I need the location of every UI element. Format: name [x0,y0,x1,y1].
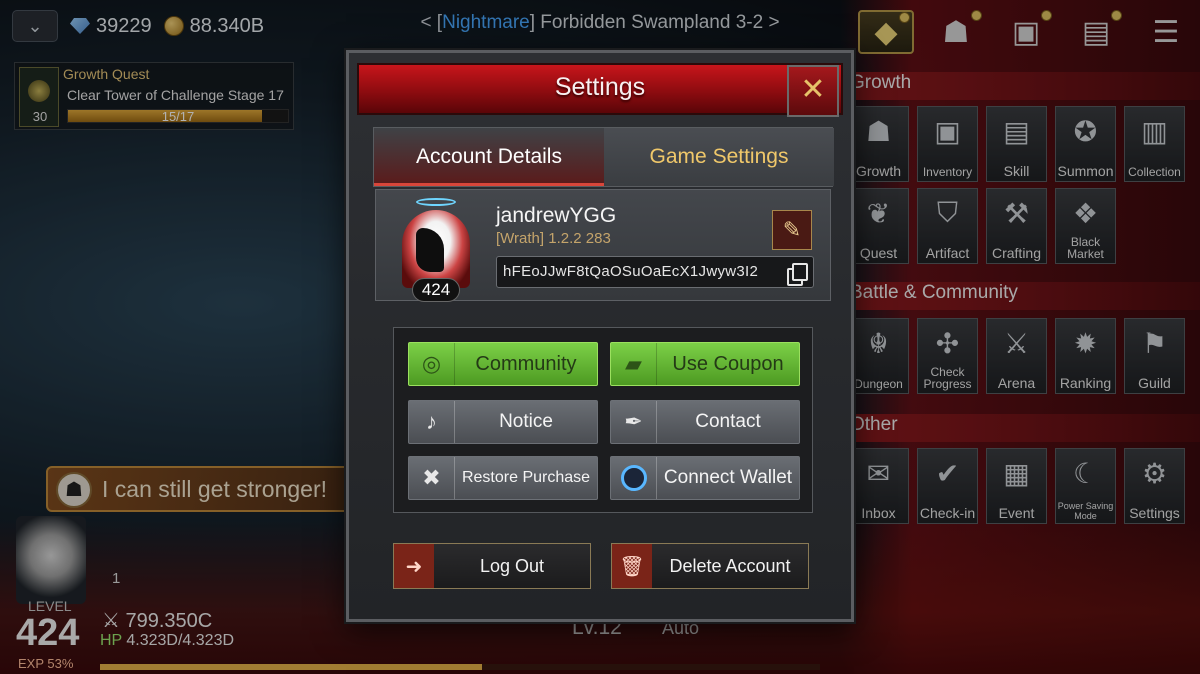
delete-account-label: Delete Account [669,555,791,576]
tab-account-details[interactable]: Account Details [374,128,604,186]
settings-tabs: Account Details Game Settings [373,127,834,187]
restore-purchase-button[interactable]: ✖ Restore Purchase [408,456,598,500]
connect-wallet-label: Connect Wallet [663,467,793,488]
notice-button[interactable]: ♪ Notice [408,400,598,444]
modal-header: Settings ✕ [357,63,843,117]
modal-title: Settings [554,73,646,101]
connect-wallet-button[interactable]: Connect Wallet [610,456,800,500]
copy-icon[interactable] [785,262,808,286]
wrench-icon: ✖ [409,457,455,499]
use-coupon-button[interactable]: ▰ Use Coupon [610,342,800,386]
profile-portrait[interactable]: 424 [396,198,476,302]
notice-label: Notice [499,411,553,432]
edit-profile-button[interactable]: ✎ [772,210,812,250]
server-version: [Wrath] 1.2.2 283 [496,230,611,247]
contact-button[interactable]: ✒ Contact [610,400,800,444]
community-label: Community [475,352,577,375]
username: jandrewYGG [496,204,617,227]
contact-label: Contact [695,411,761,432]
close-button[interactable]: ✕ [787,65,839,117]
log-out-button[interactable]: ➜ Log Out [393,543,591,589]
log-out-label: Log Out [479,555,545,576]
trash-icon: 🗑 [612,544,652,588]
account-profile-card: 424 jandrewYGG [Wrath] 1.2.2 283 hFEoJJw… [375,189,831,302]
user-id-text: hFEoJJwF8tQaOSuOaEcX1Jwyw3I2 [503,263,759,280]
tab-game-settings[interactable]: Game Settings [604,128,834,186]
use-coupon-label: Use Coupon [672,352,784,375]
community-button[interactable]: ◎ Community [408,342,598,386]
halo-icon [416,198,456,206]
wallet-ring-icon [611,457,657,499]
account-actions-panel: ◎ Community ▰ Use Coupon ♪ Notice ✒ Cont… [393,327,813,513]
globe-icon: ◎ [409,343,455,385]
crossed-swords-close-icon: ✕ [800,73,826,106]
feather-icon: ✒ [611,401,657,443]
avatar-level-badge: 424 [412,278,460,302]
bell-icon: ♪ [409,401,455,443]
settings-modal: Settings ✕ Account Details Game Settings… [346,50,854,622]
ticket-icon: ▰ [611,343,657,385]
game-screen: ⌄ 39229 88.340B < [Nightmare] Forbidden … [0,0,1200,674]
delete-account-button[interactable]: 🗑 Delete Account [611,543,809,589]
user-id-field[interactable]: hFEoJJwF8tQaOSuOaEcX1Jwyw3I2 [496,256,814,288]
feather-pen-icon: ✎ [782,217,802,242]
exit-icon: ➜ [394,544,434,588]
restore-purchase-label: Restore Purchase [461,469,591,486]
